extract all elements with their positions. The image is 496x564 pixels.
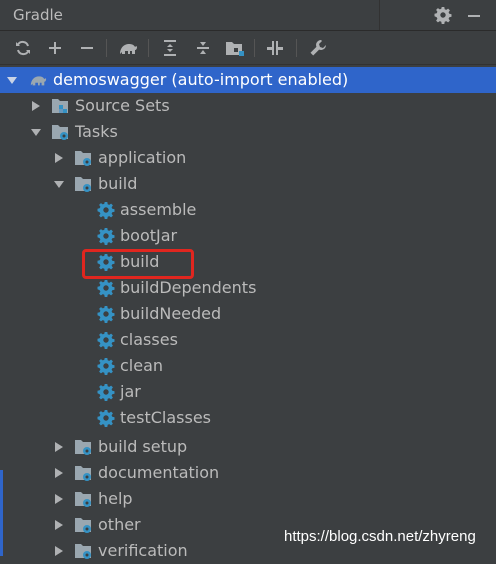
task-gear-icon <box>97 332 115 349</box>
task-gear-icon <box>97 384 115 401</box>
offline-icon[interactable] <box>264 37 286 59</box>
tree-node-label: application <box>98 148 187 167</box>
watermark: https://blog.csdn.net/zhyreng <box>284 528 476 545</box>
expanded-arrow-icon[interactable] <box>54 179 64 189</box>
gradle-tree: demoswagger (auto-import enabled) Source… <box>0 65 496 560</box>
task-gear-icon <box>97 358 115 375</box>
collapse-all-icon[interactable] <box>192 37 214 59</box>
task-label: bootJar <box>120 226 178 245</box>
task-item-testclasses[interactable]: testClasses <box>0 405 496 431</box>
gradle-elephant-icon[interactable] <box>117 37 139 59</box>
folder-gear-icon <box>75 518 91 533</box>
task-item-jar[interactable]: jar <box>0 379 496 405</box>
task-label: testClasses <box>120 408 211 427</box>
gear-icon[interactable] <box>433 5 453 25</box>
toolbar-separator <box>106 39 107 57</box>
collapsed-arrow-icon[interactable] <box>54 468 64 478</box>
refresh-icon[interactable] <box>12 37 34 59</box>
tree-node-group-build-setup[interactable]: build setup <box>0 434 496 460</box>
task-label: buildNeeded <box>120 304 222 323</box>
tree-node-label: build setup <box>98 437 188 456</box>
expand-all-icon[interactable] <box>159 37 181 59</box>
toolbar-separator <box>254 39 255 57</box>
task-item-classes[interactable]: classes <box>0 327 496 353</box>
task-item-buildneeded[interactable]: buildNeeded <box>0 301 496 327</box>
expanded-arrow-icon[interactable] <box>31 127 41 137</box>
gradle-elephant-icon <box>30 76 47 86</box>
gradle-toolbar <box>0 31 496 65</box>
task-item-build[interactable]: build <box>0 249 496 275</box>
task-item-builddependents[interactable]: buildDependents <box>0 275 496 301</box>
tree-node-label: verification <box>98 541 188 560</box>
folder-gear-icon <box>52 125 68 140</box>
folder-gear-icon <box>75 151 91 166</box>
task-item-clean[interactable]: clean <box>0 353 496 379</box>
task-item-bootjar[interactable]: bootJar <box>0 223 496 249</box>
toolbar-separator <box>148 39 149 57</box>
wrench-icon[interactable] <box>307 37 329 59</box>
annotation-highlight-box <box>82 249 194 279</box>
tree-node-label: demoswagger (auto-import enabled) <box>53 70 349 89</box>
task-gear-icon <box>97 306 115 323</box>
folder-gear-icon <box>75 466 91 481</box>
task-gear-icon <box>97 280 115 297</box>
source-sets-icon <box>52 99 68 113</box>
task-item-assemble[interactable]: assemble <box>0 197 496 223</box>
task-gear-icon <box>97 202 115 219</box>
task-gear-icon <box>97 410 115 427</box>
task-label: buildDependents <box>120 278 257 297</box>
folder-gear-icon <box>75 440 91 455</box>
minimize-icon[interactable] <box>464 5 484 25</box>
collapsed-arrow-icon[interactable] <box>54 494 64 504</box>
collapsed-arrow-icon[interactable] <box>54 520 64 530</box>
task-gear-icon <box>97 228 115 245</box>
task-label: clean <box>120 356 164 375</box>
panel-header: Gradle <box>0 0 496 31</box>
tree-node-group-application[interactable]: application <box>0 145 496 171</box>
header-divider <box>379 0 380 30</box>
tree-node-group-help[interactable]: help <box>0 486 496 512</box>
collapsed-arrow-icon[interactable] <box>31 101 41 111</box>
tree-node-label: build <box>98 174 138 193</box>
plus-icon[interactable] <box>44 37 66 59</box>
folder-gear-icon <box>75 544 91 559</box>
task-label: classes <box>120 330 178 349</box>
tree-node-label: documentation <box>98 463 220 482</box>
collapsed-arrow-icon[interactable] <box>54 546 64 556</box>
tree-node-label: Source Sets <box>75 96 170 115</box>
tree-node-label: other <box>98 515 141 534</box>
tree-node-root[interactable]: demoswagger (auto-import enabled) <box>0 67 496 93</box>
dependencies-icon[interactable] <box>224 37 246 59</box>
collapsed-arrow-icon[interactable] <box>54 442 64 452</box>
tree-node-tasks[interactable]: Tasks <box>0 119 496 145</box>
toolbar-separator <box>296 39 297 57</box>
folder-gear-icon <box>75 177 91 192</box>
panel-title: Gradle <box>13 6 63 24</box>
tree-node-group-build[interactable]: build <box>0 171 496 197</box>
task-label: assemble <box>120 200 197 219</box>
tree-node-label: Tasks <box>75 122 118 141</box>
tree-node-source-sets[interactable]: Source Sets <box>0 93 496 119</box>
expanded-arrow-icon[interactable] <box>7 75 17 85</box>
tree-node-label: help <box>98 489 133 508</box>
collapsed-arrow-icon[interactable] <box>54 153 64 163</box>
folder-gear-icon <box>75 492 91 507</box>
task-label: jar <box>120 382 141 401</box>
minus-icon[interactable] <box>76 37 98 59</box>
tree-node-group-documentation[interactable]: documentation <box>0 460 496 486</box>
panel-left-edge <box>0 470 3 556</box>
